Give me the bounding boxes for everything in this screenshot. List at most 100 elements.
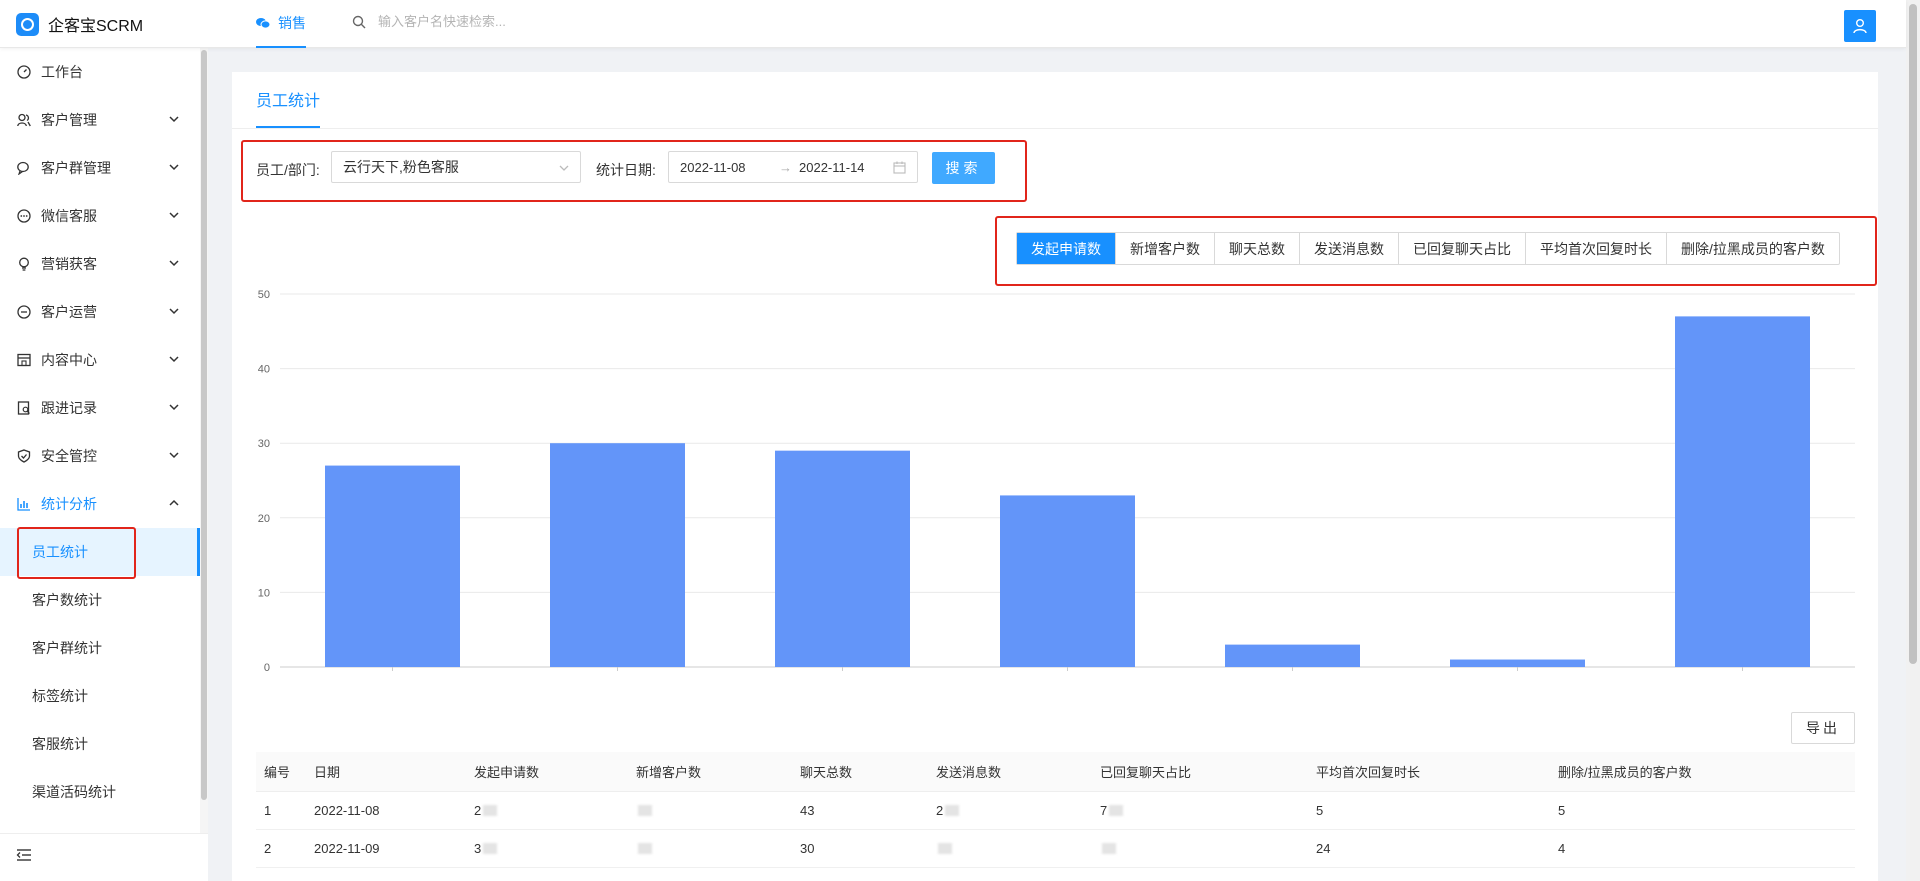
sidebar-subitem-label: 渠道活码统计 — [32, 784, 116, 800]
table-row: 1 2022-11-08 2 43 2 7 5 5 — [256, 792, 1855, 830]
dashboard-icon — [16, 64, 32, 80]
sidebar-item-analytics[interactable]: 统计分析 — [0, 480, 200, 528]
chevron-down-icon — [169, 116, 179, 123]
bar[interactable] — [1000, 495, 1135, 667]
bar[interactable] — [550, 443, 685, 667]
cell-avg-first-reply: 24 — [1316, 841, 1331, 856]
tab-sales-label: 销售 — [278, 15, 306, 31]
cell-reply-ratio — [1100, 830, 1116, 867]
sidebar-item-label: 客户运营 — [41, 304, 97, 320]
sidebar-item-marketing[interactable]: 营销获客 — [0, 240, 200, 288]
bar[interactable] — [775, 450, 910, 667]
user-avatar-button[interactable] — [1844, 10, 1876, 42]
sidebar-item-customers[interactable]: 客户管理 — [0, 96, 200, 144]
sidebar-subitem-label: 标签统计 — [32, 688, 88, 704]
sidebar: 工作台 客户管理 客户群管理 微信客服 营销获客 客户运营 内容中心 跟进记录 … — [0, 48, 208, 881]
column-header: 发送消息数 — [936, 765, 1002, 780]
cell-deleted-blocked: 5 — [1558, 803, 1566, 818]
stats-table: 编号 日期 发起申请数 新增客户数 聊天总数 发送消息数 已回复聊天占比 平均首… — [256, 752, 1855, 868]
table-row: 2 2022-11-09 3 30 24 4 — [256, 830, 1855, 868]
chat-bubble-icon — [16, 208, 32, 224]
page-scrollbar[interactable] — [1906, 0, 1920, 881]
cell-reply-ratio: 7 — [1100, 792, 1124, 829]
sidebar-subitem-service-stats[interactable]: 客服统计 — [0, 720, 200, 768]
app-logo[interactable]: 企客宝SCRM — [16, 12, 143, 36]
cell-index: 1 — [264, 803, 272, 818]
sidebar-item-followup[interactable]: 跟进记录 — [0, 384, 200, 432]
column-header: 聊天总数 — [800, 765, 853, 780]
search-input[interactable] — [378, 14, 638, 29]
column-header: 删除/拉黑成员的客户数 — [1558, 765, 1692, 780]
logo-icon — [16, 12, 39, 36]
user-icon — [1853, 19, 1867, 34]
column-header: 已回复聊天占比 — [1100, 765, 1192, 780]
shield-icon — [16, 448, 32, 464]
column-header: 新增客户数 — [636, 765, 702, 780]
cell-messages-sent — [936, 830, 952, 867]
sidebar-subitem-label: 客户数统计 — [32, 592, 102, 608]
y-tick-label: 10 — [258, 587, 270, 599]
top-bar: 企客宝SCRM 销售 — [0, 0, 1906, 48]
chevron-down-icon — [169, 164, 179, 171]
bulb-icon — [16, 256, 32, 272]
table-header: 编号 日期 发起申请数 新增客户数 聊天总数 发送消息数 已回复聊天占比 平均首… — [256, 752, 1855, 792]
tab-staff-stats[interactable]: 员工统计 — [256, 72, 321, 128]
sidebar-subitem-tag-stats[interactable]: 标签统计 — [0, 672, 200, 720]
chevron-down-icon — [169, 452, 179, 459]
chevron-up-icon — [169, 499, 179, 506]
cell-chat-total: 30 — [800, 841, 815, 856]
cell-applications: 3 — [474, 830, 498, 867]
chevron-down-icon — [169, 260, 179, 267]
cell-messages-sent: 2 — [936, 792, 960, 829]
sidebar-item-label: 营销获客 — [41, 256, 97, 272]
sidebar-item-security[interactable]: 安全管控 — [0, 432, 200, 480]
y-tick-label: 50 — [258, 289, 270, 301]
bar-chart-icon — [16, 496, 32, 512]
bar[interactable] — [1675, 316, 1810, 667]
cell-index: 2 — [264, 841, 272, 856]
annotation-box-filters — [241, 140, 1027, 202]
sidebar-item-label: 客户群管理 — [41, 160, 111, 176]
sidebar-item-label: 内容中心 — [41, 352, 97, 368]
chevron-down-icon — [169, 404, 179, 411]
sidebar-item-label: 工作台 — [41, 64, 83, 80]
column-header: 编号 — [264, 765, 291, 780]
sidebar-subitem-channel-code-stats[interactable]: 渠道活码统计 — [0, 768, 200, 816]
store-icon — [16, 352, 32, 368]
menu-fold-icon — [16, 849, 31, 861]
y-tick-label: 30 — [258, 438, 270, 450]
global-search[interactable] — [352, 14, 638, 29]
chevron-down-icon — [169, 212, 179, 219]
column-header: 发起申请数 — [474, 765, 540, 780]
bar[interactable] — [1450, 659, 1585, 667]
column-header: 日期 — [314, 765, 341, 780]
tab-sales[interactable]: 销售 — [256, 0, 306, 48]
sidebar-item-operations[interactable]: 客户运营 — [0, 288, 200, 336]
sidebar-item-wechat-service[interactable]: 微信客服 — [0, 192, 200, 240]
export-button[interactable]: 导出 — [1791, 712, 1855, 744]
sidebar-item-content[interactable]: 内容中心 — [0, 336, 200, 384]
search-icon — [352, 15, 366, 28]
sidebar-item-label: 统计分析 — [41, 496, 97, 512]
sidebar-item-workbench[interactable]: 工作台 — [0, 48, 200, 96]
users-icon — [16, 112, 32, 128]
cell-date: 2022-11-09 — [314, 841, 380, 856]
cell-avg-first-reply: 5 — [1316, 803, 1324, 818]
y-tick-label: 0 — [264, 662, 270, 672]
annotation-box-metric-tabs — [995, 216, 1877, 286]
column-header: 平均首次回复时长 — [1316, 765, 1421, 780]
cell-chat-total: 43 — [800, 803, 815, 818]
y-tick-label: 20 — [258, 513, 270, 525]
wechat-icon — [256, 18, 270, 29]
cell-date: 2022-11-08 — [314, 803, 380, 818]
sidebar-item-label: 跟进记录 — [41, 400, 97, 416]
bar[interactable] — [1225, 644, 1360, 667]
sidebar-subitem-group-stats[interactable]: 客户群统计 — [0, 624, 200, 672]
bar[interactable] — [325, 465, 460, 667]
sidebar-item-groups[interactable]: 客户群管理 — [0, 144, 200, 192]
sidebar-scrollbar[interactable] — [200, 48, 208, 833]
collapse-sidebar-button[interactable] — [16, 848, 32, 865]
record-icon — [16, 400, 32, 416]
y-tick-label: 40 — [258, 364, 270, 376]
sidebar-subitem-customer-stats[interactable]: 客户数统计 — [0, 576, 200, 624]
